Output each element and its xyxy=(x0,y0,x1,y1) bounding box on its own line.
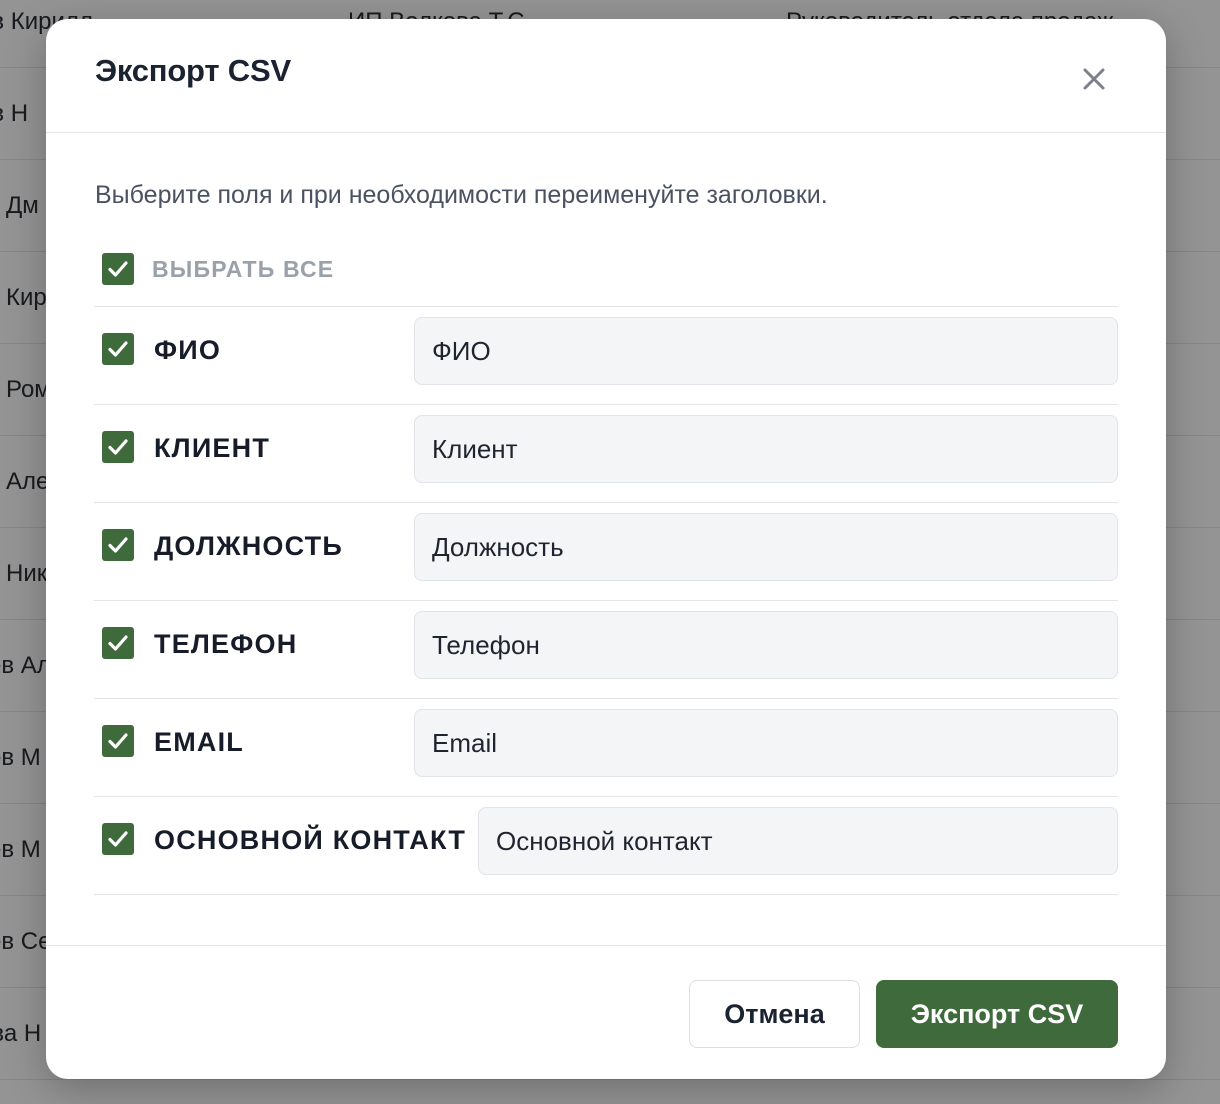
field-label: EMAIL xyxy=(154,727,244,757)
cancel-button[interactable]: Отмена xyxy=(689,980,860,1048)
dialog-title: Экспорт CSV xyxy=(95,53,291,88)
select-all-row: ВЫБРАТЬ ВСЕ xyxy=(94,241,1118,307)
checkmark-icon xyxy=(108,341,128,357)
checkmark-icon xyxy=(108,261,128,277)
dialog-footer: Отмена Экспорт CSV xyxy=(46,945,1166,1079)
field-checkbox-email[interactable] xyxy=(102,725,134,757)
field-label: ДОЛЖНОСТЬ xyxy=(154,531,343,561)
field-checkbox-position[interactable] xyxy=(102,529,134,561)
field-row-fio: ФИО xyxy=(94,307,1118,405)
checkmark-icon xyxy=(108,733,128,749)
field-label: ФИО xyxy=(154,335,222,365)
field-checkbox-fio[interactable] xyxy=(102,333,134,365)
export-csv-button[interactable]: Экспорт CSV xyxy=(876,980,1118,1048)
field-row-email: EMAIL xyxy=(94,699,1118,797)
field-checkbox-phone[interactable] xyxy=(102,627,134,659)
field-checkbox-client[interactable] xyxy=(102,431,134,463)
export-csv-dialog: Экспорт CSV Выберите поля и при необходи… xyxy=(46,19,1166,1079)
field-label: КЛИЕНТ xyxy=(154,433,271,463)
field-row-position: ДОЛЖНОСТЬ xyxy=(94,503,1118,601)
field-label: ТЕЛЕФОН xyxy=(154,629,298,659)
close-icon xyxy=(1083,68,1105,90)
field-header-input-position[interactable] xyxy=(414,513,1118,581)
checkmark-icon xyxy=(108,831,128,847)
checkmark-icon xyxy=(108,439,128,455)
dialog-header: Экспорт CSV xyxy=(46,19,1166,133)
field-header-input-client[interactable] xyxy=(414,415,1118,483)
close-button[interactable] xyxy=(1076,61,1112,97)
field-checkbox-main-contact[interactable] xyxy=(102,823,134,855)
field-header-input-main-contact[interactable] xyxy=(478,807,1118,875)
field-header-input-phone[interactable] xyxy=(414,611,1118,679)
field-row-phone: ТЕЛЕФОН xyxy=(94,601,1118,699)
field-label: ОСНОВНОЙ КОНТАКТ xyxy=(154,825,467,855)
dialog-description: Выберите поля и при необходимости переим… xyxy=(95,181,828,209)
field-header-input-email[interactable] xyxy=(414,709,1118,777)
field-row-client: КЛИЕНТ xyxy=(94,405,1118,503)
select-all-checkbox[interactable] xyxy=(102,253,134,285)
select-all-label: ВЫБРАТЬ ВСЕ xyxy=(152,256,335,282)
field-header-input-fio[interactable] xyxy=(414,317,1118,385)
checkmark-icon xyxy=(108,537,128,553)
field-row-main-contact: ОСНОВНОЙ КОНТАКТ xyxy=(94,797,1118,895)
checkmark-icon xyxy=(108,635,128,651)
